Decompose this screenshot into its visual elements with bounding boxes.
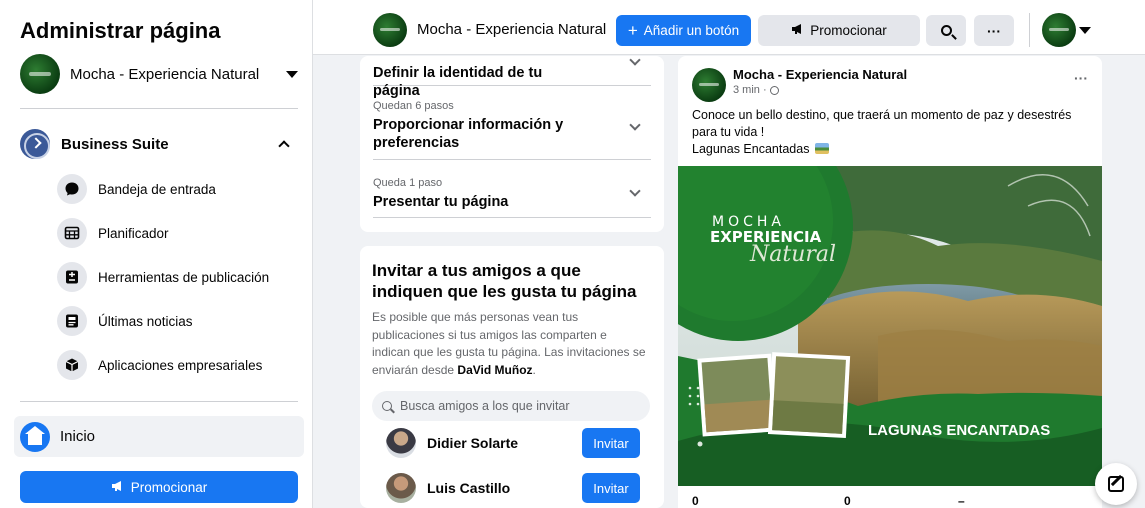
- post-text: Conoce un bello destino, que traerá un m…: [692, 107, 1092, 158]
- steps-remaining: Queda 1 paso: [373, 177, 443, 189]
- friend-avatar[interactable]: [386, 473, 416, 503]
- post-image[interactable]: MOCHA EXPERIENCIA Natural LAGUNAS ENCANT…: [678, 166, 1102, 486]
- sidebar-item-label: Bandeja de entrada: [98, 181, 216, 197]
- friend-row: Didier Solarte Invitar: [386, 427, 640, 459]
- caret-down-icon[interactable]: [1079, 27, 1091, 34]
- step-title: Definir la identidad de tu página: [373, 65, 543, 99]
- step-title: Presentar tu página: [373, 194, 509, 210]
- post-text-line: Conoce un bello destino, que traerá un m…: [692, 108, 1072, 139]
- setup-steps-card: Definir la identidad de tu página Quedan…: [360, 54, 664, 232]
- invite-button[interactable]: Invitar: [582, 428, 640, 458]
- box-icon: [57, 350, 87, 380]
- promote-header-label: Promocionar: [810, 23, 887, 38]
- promote-button[interactable]: Promocionar: [20, 471, 298, 503]
- compose-message-button[interactable]: [1095, 463, 1137, 505]
- comment-count: 0: [844, 494, 851, 508]
- step-identity[interactable]: Definir la identidad de tu página: [373, 54, 651, 99]
- promote-header-button[interactable]: Promocionar: [758, 15, 920, 46]
- image-brand-script: Natural: [750, 242, 837, 267]
- reaction-count: 0: [692, 494, 699, 508]
- image-caption: LAGUNAS ENCANTADAS: [868, 422, 1051, 439]
- sidebar-item-inbox[interactable]: Bandeja de entrada: [57, 171, 297, 207]
- globe-icon: [769, 85, 779, 95]
- search-icon: [382, 401, 392, 411]
- publishing-tools-icon: [57, 262, 87, 292]
- add-button-button[interactable]: + Añadir un botón: [616, 15, 751, 46]
- friend-search-placeholder: Busca amigos a los que invitar: [400, 399, 570, 413]
- more-options-button[interactable]: ···: [974, 15, 1014, 46]
- steps-remaining: Quedan 6 pasos: [373, 100, 454, 112]
- divider: [20, 108, 298, 109]
- chevron-up-icon: [278, 140, 290, 152]
- friend-name[interactable]: Didier Solarte: [427, 435, 582, 451]
- chat-bubble-icon: [57, 174, 87, 204]
- sidebar-item-business-apps[interactable]: Aplicaciones empresariales: [57, 347, 297, 383]
- invite-friends-card: Invitar a tus amigos a que indiquen que …: [360, 246, 664, 508]
- sidebar-item-label: Aplicaciones empresariales: [98, 357, 263, 373]
- megaphone-icon: [791, 23, 805, 38]
- page-avatar: [20, 54, 60, 94]
- plus-icon: +: [627, 20, 638, 40]
- page-switcher-name: Mocha - Experiencia Natural: [70, 65, 260, 83]
- sidebar-item-label: Herramientas de publicación: [98, 269, 270, 285]
- friend-avatar[interactable]: [386, 428, 416, 458]
- manage-page-sidebar: Administrar página Mocha - Experiencia N…: [0, 0, 313, 508]
- sidebar-title: Administrar página: [20, 18, 221, 43]
- invite-title: Invitar a tus amigos a que indiquen que …: [372, 261, 637, 301]
- promote-button-label: Promocionar: [130, 479, 208, 495]
- divider: [1029, 13, 1030, 47]
- invite-description: Es posible que más personas vean tus pub…: [372, 310, 646, 377]
- post-more-options-button[interactable]: ···: [1074, 70, 1088, 86]
- post-author-name[interactable]: Mocha - Experiencia Natural: [733, 67, 907, 82]
- business-suite-toggle[interactable]: Business Suite: [20, 127, 298, 161]
- post-card: Mocha - Experiencia Natural 3 min · ··· …: [678, 56, 1102, 508]
- post-text-line: Lagunas Encantadas: [692, 141, 1092, 158]
- page-name[interactable]: Mocha - Experiencia Natural: [417, 21, 606, 38]
- friend-search-input[interactable]: Busca amigos a los que invitar: [372, 391, 650, 421]
- news-icon: [57, 306, 87, 336]
- friend-name[interactable]: Luis Castillo: [427, 480, 582, 496]
- add-button-label: Añadir un botón: [643, 23, 740, 38]
- sidebar-item-home[interactable]: Inicio: [14, 416, 304, 457]
- invite-button[interactable]: Invitar: [582, 473, 640, 503]
- caret-down-icon: [286, 70, 298, 78]
- page-header-bar: Mocha - Experiencia Natural + Añadir un …: [313, 0, 1145, 55]
- sidebar-item-label: Últimas noticias: [98, 313, 193, 329]
- post-author-avatar[interactable]: [692, 68, 726, 102]
- profile-avatar[interactable]: [1042, 13, 1076, 47]
- step-title: Proporcionar información y preferencias: [373, 117, 564, 151]
- megaphone-icon: [111, 480, 125, 495]
- sidebar-item-publishing-tools[interactable]: Herramientas de publicación: [57, 259, 297, 295]
- friend-row: Luis Castillo Invitar: [386, 472, 640, 504]
- sidebar-item-latest-news[interactable]: Últimas noticias: [57, 303, 297, 339]
- business-suite-icon: [20, 129, 50, 159]
- page-avatar[interactable]: [373, 13, 407, 47]
- chevron-down-icon: [629, 119, 641, 131]
- search-icon: [940, 25, 952, 36]
- post-engagement-counts: 0 0 –: [678, 490, 1102, 508]
- compose-icon: [1108, 476, 1124, 492]
- divider: [20, 401, 298, 402]
- post-timestamp[interactable]: 3 min ·: [733, 84, 779, 96]
- chevron-down-icon: [629, 54, 641, 66]
- landscape-emoji-icon: [814, 143, 829, 154]
- step-info-preferences[interactable]: Quedan 6 pasos Proporcionar información …: [373, 100, 651, 160]
- sidebar-item-label: Inicio: [60, 428, 96, 445]
- home-icon: [20, 421, 50, 452]
- share-count: –: [958, 494, 965, 508]
- inviter-name: DaVid Muñoz: [457, 362, 533, 377]
- sidebar-item-label: Planificador: [98, 225, 169, 241]
- business-suite-label: Business Suite: [61, 135, 169, 153]
- sidebar-item-planner[interactable]: Planificador: [57, 215, 297, 251]
- search-button[interactable]: [926, 15, 966, 46]
- calendar-icon: [57, 218, 87, 248]
- page-switcher[interactable]: Mocha - Experiencia Natural: [20, 54, 302, 94]
- step-present-page[interactable]: Queda 1 paso Presentar tu página: [373, 177, 651, 218]
